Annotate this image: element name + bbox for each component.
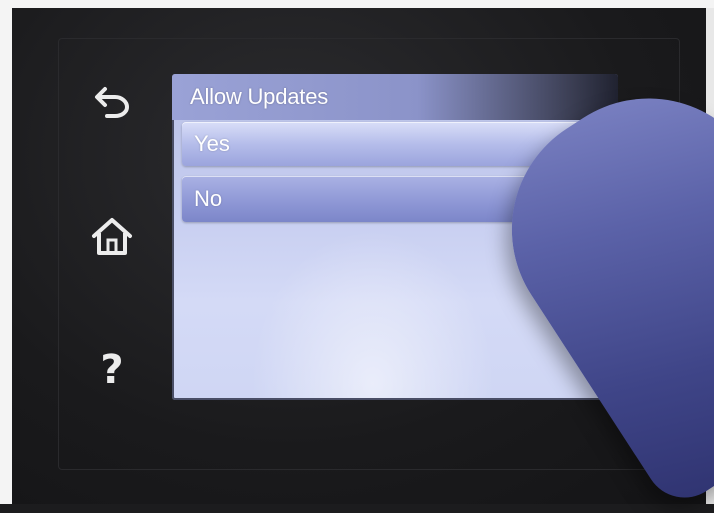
option-yes-button[interactable]: Yes: [182, 122, 610, 166]
touch-screen: Allow Updates Yes No: [172, 74, 618, 400]
back-button[interactable]: [86, 76, 138, 128]
home-icon: [90, 216, 134, 256]
home-button[interactable]: [86, 210, 138, 262]
help-button[interactable]: ?: [86, 344, 138, 396]
help-icon: ?: [100, 347, 124, 393]
option-label: Yes: [194, 131, 230, 156]
back-arrow-icon: [93, 85, 131, 119]
option-label: No: [194, 186, 223, 211]
option-no-button[interactable]: No: [182, 176, 610, 222]
title-bar: Allow Updates: [172, 74, 618, 120]
page-title: Allow Updates: [190, 84, 329, 109]
selected-star-icon: [580, 184, 606, 208]
